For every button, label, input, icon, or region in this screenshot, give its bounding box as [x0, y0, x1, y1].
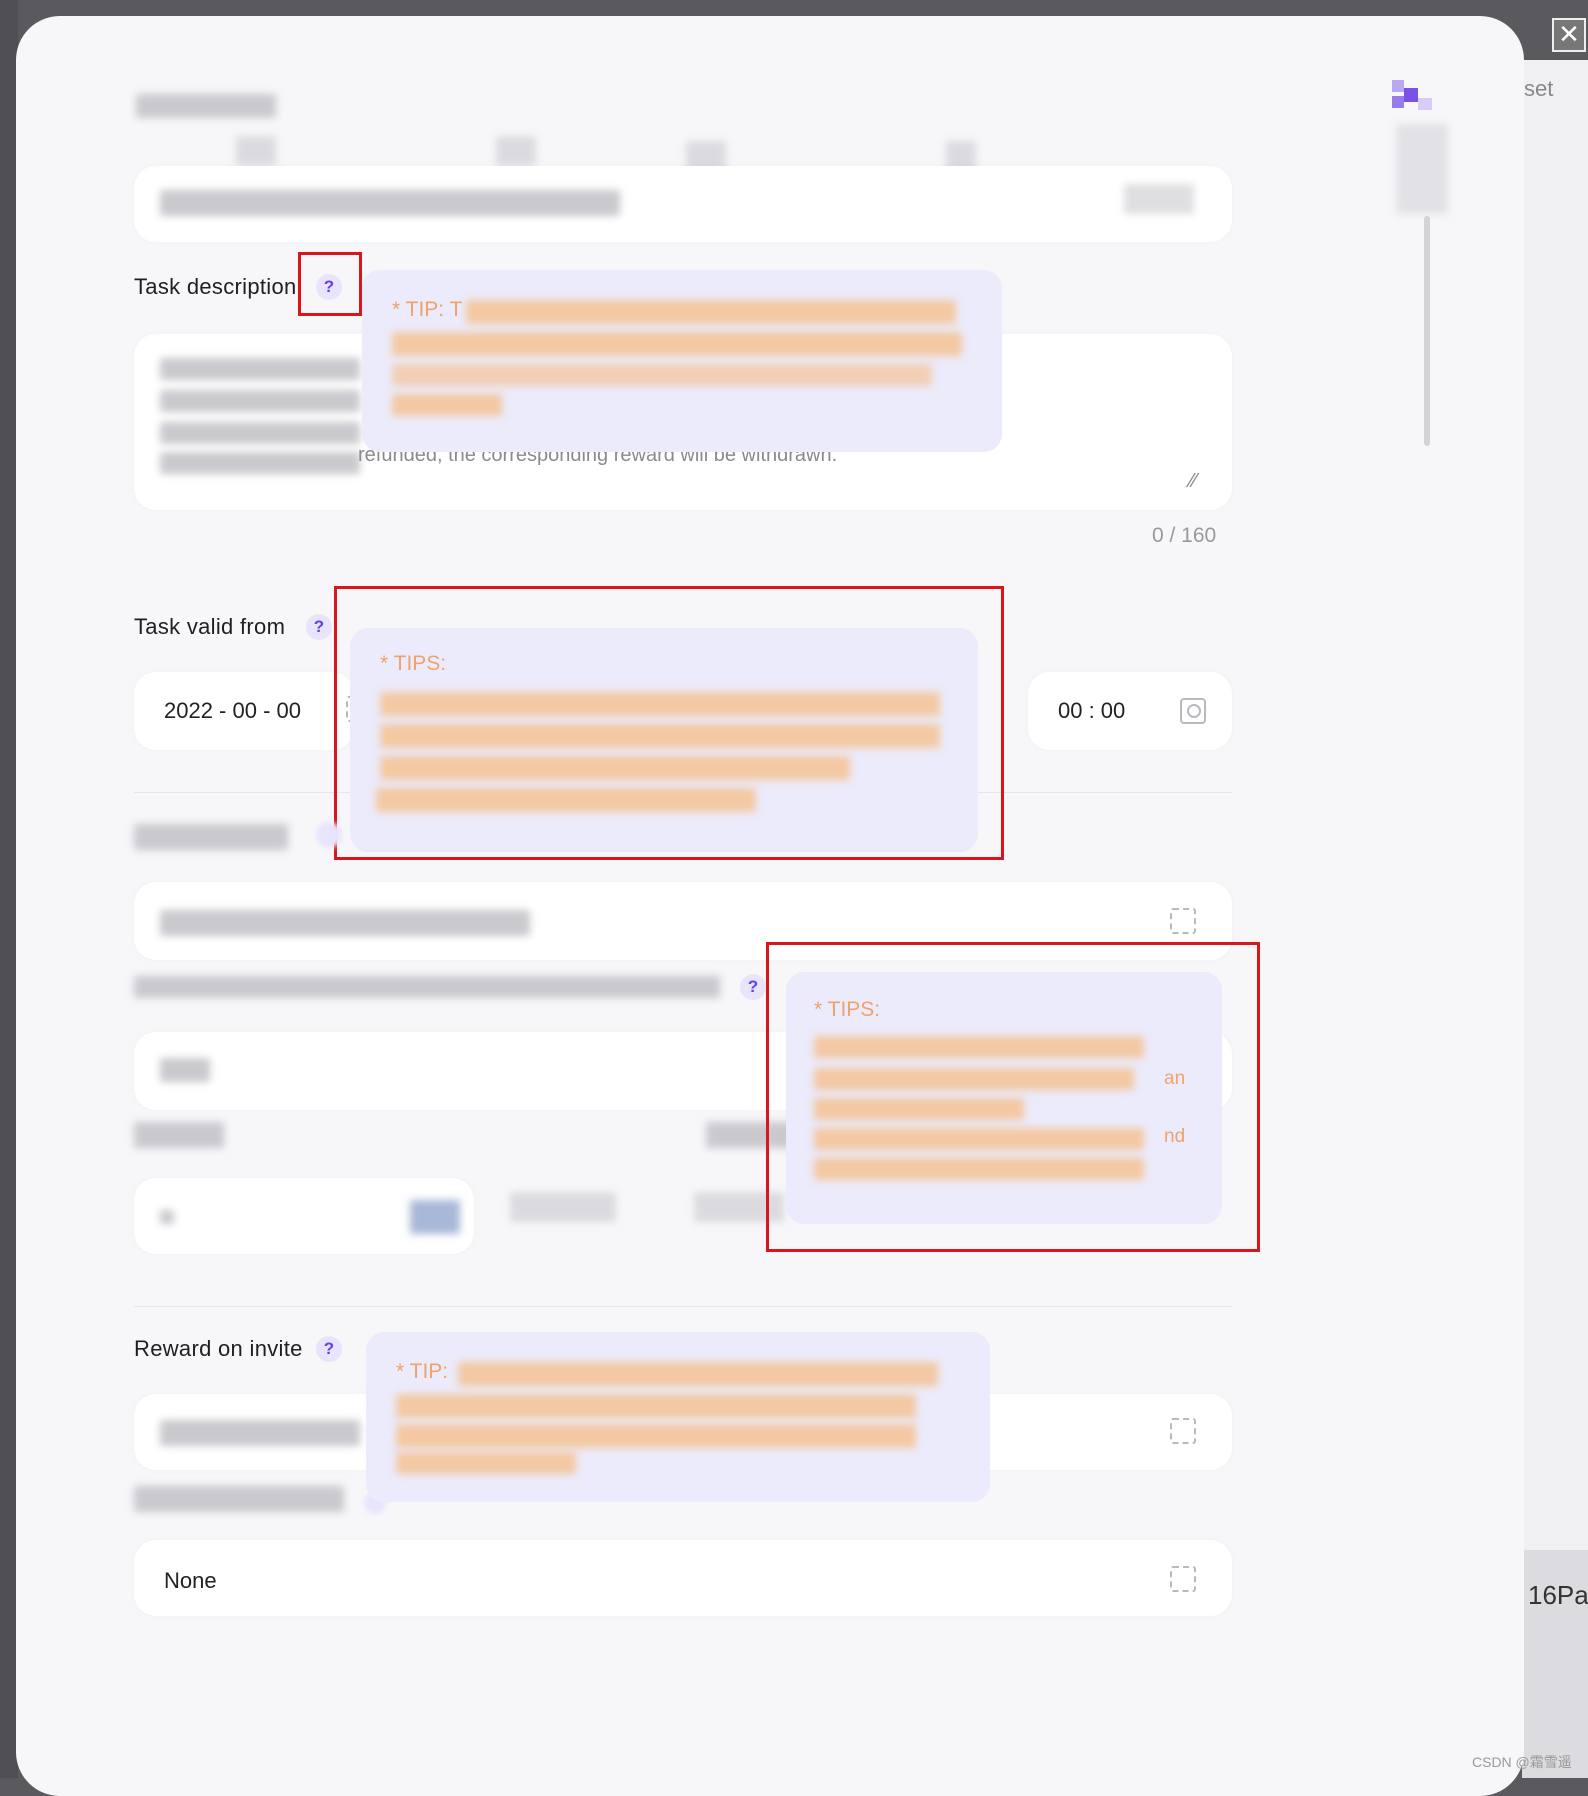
chevron-down-icon[interactable]	[1170, 1418, 1196, 1444]
task-description-counter: 0 / 160	[1152, 524, 1217, 547]
blurred-text-line	[160, 452, 360, 474]
blurred-input-field[interactable]	[134, 166, 1232, 242]
reward-on-invite-help-icon[interactable]: ?	[316, 1336, 342, 1362]
blurred-tip-line	[392, 364, 932, 386]
blurred-select-value	[160, 1420, 360, 1446]
blurred-tip-line	[396, 1452, 576, 1474]
blurred-text-line	[160, 422, 360, 444]
blurred-input-suffix	[1124, 184, 1194, 214]
time-value: 00 : 00	[1058, 698, 1126, 723]
highlight-box-section-three-tip	[766, 942, 1260, 1252]
task-valid-from-help-icon[interactable]: ?	[306, 614, 332, 640]
watermark: CSDN @霜雪遥	[1472, 1754, 1572, 1770]
task-valid-from-label: Task valid from	[134, 614, 286, 639]
blurred-sub-label	[134, 1122, 224, 1148]
blurred-input-value	[160, 1058, 210, 1082]
close-button[interactable]: ✕	[1552, 18, 1586, 52]
clock-icon[interactable]	[1180, 698, 1206, 724]
blurred-input-field[interactable]	[134, 1178, 474, 1254]
chevron-down-icon[interactable]	[1170, 908, 1196, 934]
section-divider	[134, 1306, 1232, 1307]
date-picker-field[interactable]: 2022 - 00 - 00	[134, 672, 354, 750]
section-help-icon[interactable]	[316, 822, 342, 848]
blurred-select-value	[160, 910, 530, 936]
blurred-option[interactable]	[510, 1192, 616, 1222]
date-value: 2022 - 00 - 00	[164, 698, 301, 723]
blurred-section-label	[134, 824, 288, 850]
blurred-section-label	[134, 976, 720, 998]
background-right-top-text: set	[1524, 76, 1554, 101]
blurred-input-value	[160, 190, 620, 216]
blurred-tip-line	[392, 332, 962, 356]
section-three-help-icon[interactable]: ?	[740, 974, 766, 1000]
blurred-tip-line	[396, 1394, 916, 1418]
brand-logo-icon	[1392, 80, 1436, 119]
task-modal: Task description ? refunded, the corresp…	[16, 16, 1524, 1796]
blurred-tip-line	[458, 1362, 938, 1386]
tooltip-task-description: * TIP: T	[362, 270, 1002, 452]
background-right-label: 16Pa	[1528, 1580, 1588, 1610]
blurred-mark	[496, 136, 536, 166]
reward-on-invite-label: Reward on invite	[134, 1336, 303, 1361]
last-select-value: None	[164, 1568, 217, 1593]
time-picker-field[interactable]: 00 : 00	[1028, 672, 1232, 750]
tooltip-title: * TIP:	[396, 1360, 449, 1383]
tooltip-title: * TIP: T	[392, 298, 463, 321]
blurred-heading	[136, 94, 276, 118]
blurred-side-widget	[1396, 124, 1448, 214]
background-right-panel	[1522, 60, 1588, 1778]
highlight-box-description-help	[298, 252, 362, 316]
blurred-input-suffix	[410, 1200, 460, 1234]
chevron-down-icon[interactable]	[1170, 1566, 1196, 1592]
highlight-box-valid-from-tip	[334, 586, 1004, 860]
blurred-section-label	[134, 1486, 344, 1512]
blurred-tip-line	[396, 1424, 916, 1448]
blurred-input-value	[160, 1210, 174, 1224]
blurred-mark	[236, 136, 276, 166]
modal-scrollbar[interactable]	[1424, 216, 1430, 446]
blurred-text-line	[160, 390, 360, 412]
resize-handle-icon[interactable]: ⁄⁄	[1190, 470, 1197, 493]
task-description-label: Task description	[134, 274, 297, 299]
last-select-field[interactable]: None	[134, 1540, 1232, 1616]
close-icon: ✕	[1558, 19, 1580, 49]
blurred-text-line	[160, 358, 360, 380]
tooltip-reward-on-invite: * TIP:	[366, 1332, 990, 1502]
blurred-tip-line	[392, 394, 502, 416]
blurred-tip-line	[466, 300, 956, 324]
